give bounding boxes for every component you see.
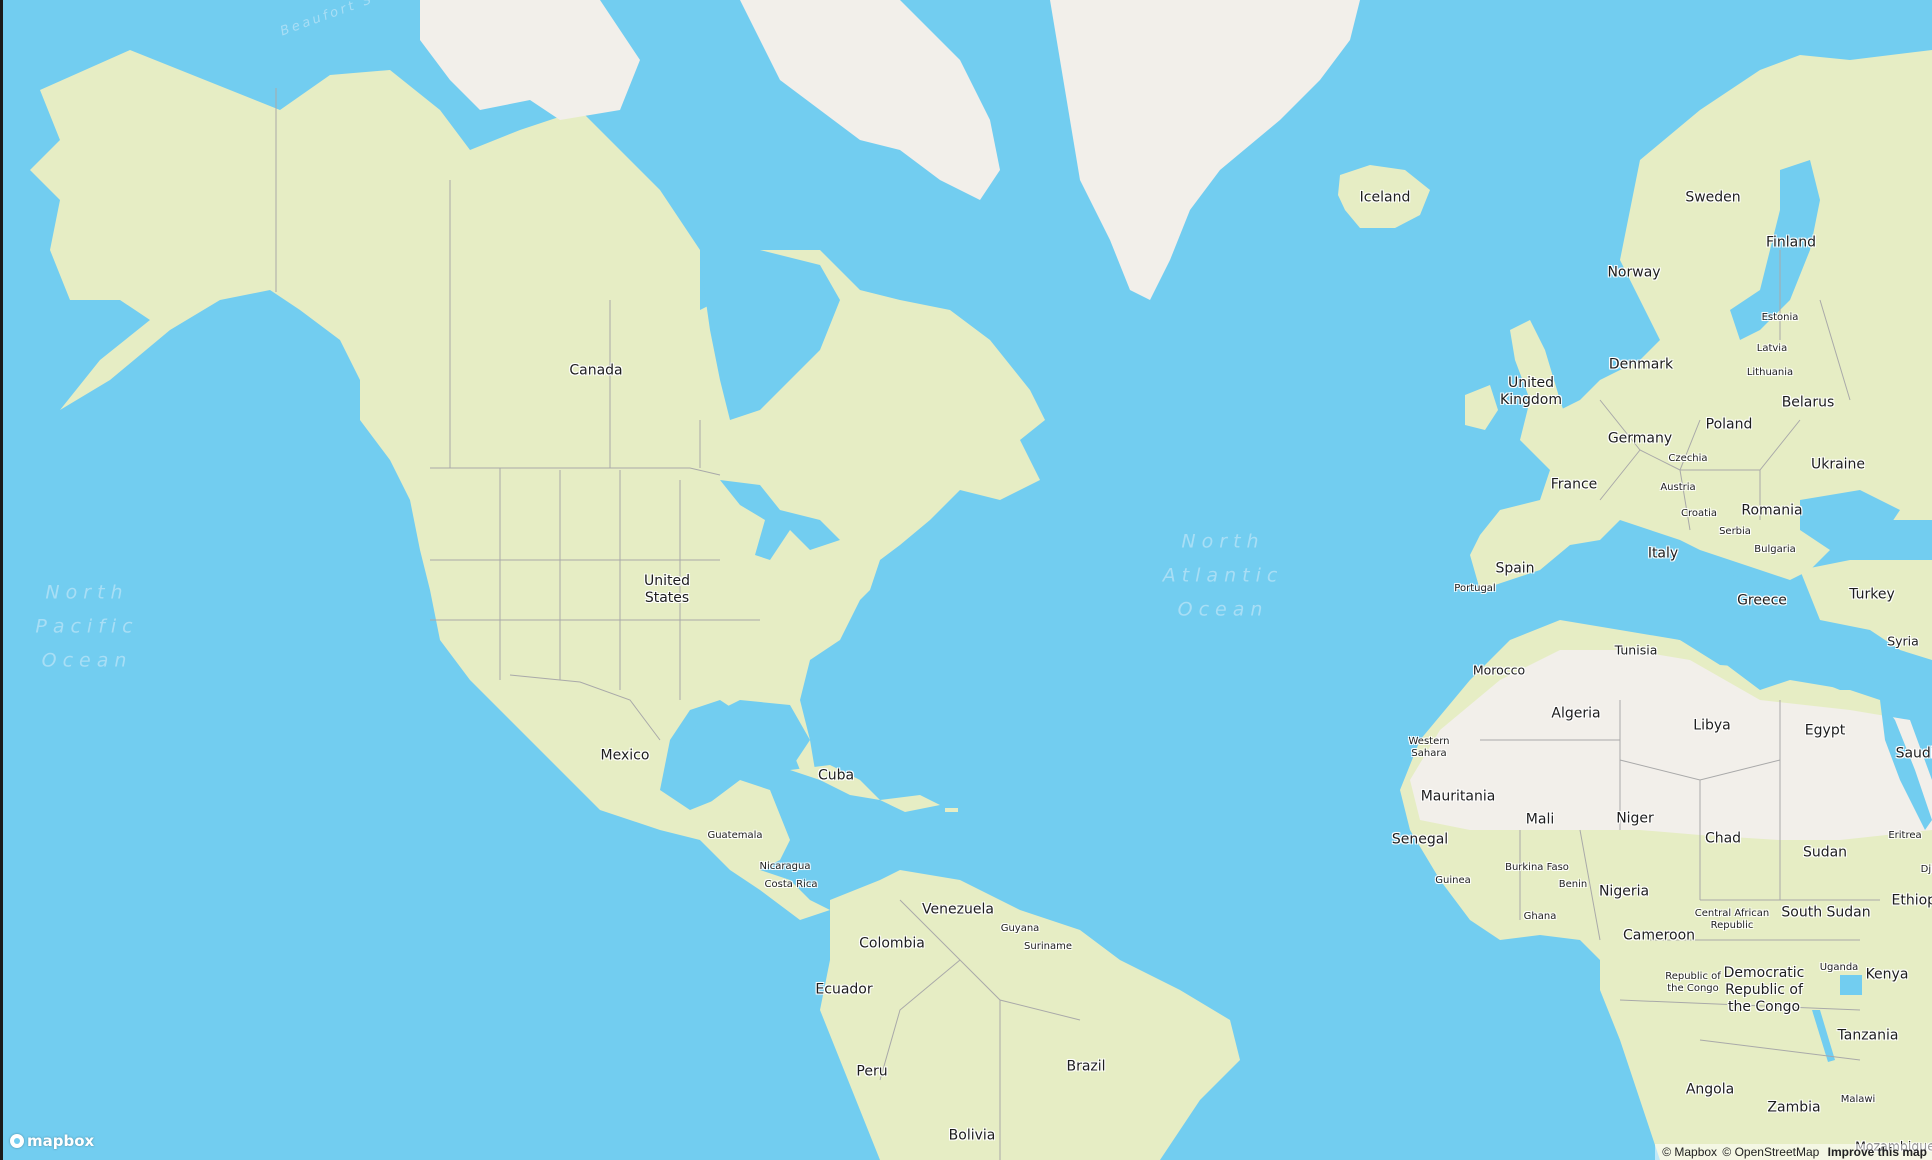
mapbox-logo-icon <box>10 1134 24 1148</box>
country-label-ukraine: Ukraine <box>1810 456 1866 473</box>
country-label-turkey: Turkey <box>1849 586 1895 603</box>
country-label-italy: Italy <box>1647 545 1679 562</box>
country-label-saudi-arabia: Saudi Arabia <box>1895 745 1932 762</box>
country-label-democratic-republic-of-the-congo: Democratic Republic of the Congo <box>1723 964 1805 1015</box>
country-label-peru: Peru <box>856 1063 888 1080</box>
attribution-osm-link[interactable]: © OpenStreetMap <box>1722 1145 1819 1159</box>
country-label-benin: Benin <box>1558 879 1588 890</box>
country-label-sudan: Sudan <box>1802 844 1848 861</box>
country-label-latvia: Latvia <box>1756 343 1788 354</box>
country-label-austria: Austria <box>1660 482 1696 493</box>
country-label-greece: Greece <box>1737 592 1787 609</box>
country-label-algeria: Algeria <box>1551 705 1601 722</box>
country-label-canada: Canada <box>569 362 623 379</box>
country-label-germany: Germany <box>1607 430 1673 447</box>
country-label-djibouti: Djibouti <box>1920 864 1932 875</box>
country-label-denmark: Denmark <box>1608 356 1674 373</box>
country-label-senegal: Senegal <box>1391 831 1449 848</box>
country-label-costa-rica: Costa Rica <box>764 879 818 890</box>
central-america-landmass <box>700 780 830 920</box>
south-america-landmass <box>820 870 1240 1160</box>
country-label-mexico: Mexico <box>600 747 650 764</box>
country-label-serbia: Serbia <box>1719 526 1751 537</box>
mapbox-logo-text: mapbox <box>27 1132 95 1150</box>
country-label-tanzania: Tanzania <box>1837 1027 1899 1044</box>
country-label-nigeria: Nigeria <box>1598 883 1650 900</box>
country-label-ecuador: Ecuador <box>815 981 873 998</box>
country-label-south-sudan: South Sudan <box>1781 904 1871 921</box>
country-label-eritrea: Eritrea <box>1888 830 1922 841</box>
country-label-central-african-republic: Central African Republic <box>1694 908 1770 931</box>
country-label-united-kingdom: United Kingdom <box>1500 375 1562 408</box>
map-canvas[interactable]: Canada United States Mexico Cuba Guatemala Ni… <box>0 0 1932 1160</box>
country-label-cuba: Cuba <box>817 767 855 784</box>
country-label-sweden: Sweden <box>1685 189 1741 206</box>
north-america-landmass <box>30 50 1045 850</box>
map-land-layer <box>30 0 1932 1160</box>
country-label-bulgaria: Bulgaria <box>1754 544 1796 555</box>
country-label-lithuania: Lithuania <box>1746 367 1794 378</box>
country-label-estonia: Estonia <box>1761 312 1799 323</box>
country-label-morocco: Morocco <box>1472 662 1526 678</box>
country-label-czechia: Czechia <box>1668 453 1708 464</box>
country-label-western-sahara: Western Sahara <box>1408 736 1450 759</box>
country-label-guinea: Guinea <box>1435 875 1471 886</box>
country-label-malawi: Malawi <box>1840 1094 1876 1105</box>
attribution-mapbox-link[interactable]: © Mapbox <box>1662 1145 1717 1159</box>
country-label-kenya: Kenya <box>1865 966 1909 983</box>
country-label-mauritania: Mauritania <box>1420 788 1496 805</box>
puerto-rico-island <box>945 808 958 812</box>
country-label-chad: Chad <box>1704 830 1742 847</box>
country-label-tunisia: Tunisia <box>1614 642 1658 658</box>
country-label-suriname: Suriname <box>1024 941 1072 952</box>
country-label-guyana: Guyana <box>1000 923 1040 934</box>
country-label-uganda: Uganda <box>1819 962 1859 973</box>
country-label-mali: Mali <box>1525 811 1555 828</box>
country-label-poland: Poland <box>1705 416 1753 433</box>
country-label-niger: Niger <box>1616 810 1654 827</box>
ocean-label-north-atlantic: North Atlantic Ocean <box>1162 530 1284 622</box>
country-label-egypt: Egypt <box>1804 722 1846 739</box>
greenland-island <box>1050 0 1360 300</box>
country-label-venezuela: Venezuela <box>922 901 994 918</box>
country-label-croatia: Croatia <box>1681 508 1717 519</box>
country-label-france: France <box>1550 476 1598 493</box>
country-label-bolivia: Bolivia <box>948 1127 996 1144</box>
country-label-romania: Romania <box>1741 502 1803 519</box>
country-label-libya: Libya <box>1693 717 1731 734</box>
lake-victoria <box>1840 975 1862 995</box>
baffin-island <box>740 0 1000 200</box>
improve-map-link[interactable]: Improve this map <box>1828 1145 1927 1159</box>
country-label-nicaragua: Nicaragua <box>759 861 811 872</box>
country-label-norway: Norway <box>1607 264 1661 281</box>
mapbox-logo[interactable]: mapbox <box>10 1132 94 1150</box>
country-label-guatemala: Guatemala <box>707 830 763 841</box>
country-label-belarus: Belarus <box>1781 394 1835 411</box>
country-label-burkina-faso: Burkina Faso <box>1505 862 1569 873</box>
country-label-spain: Spain <box>1495 560 1535 577</box>
hispaniola-island <box>880 795 940 812</box>
country-label-republic-of-the-congo: Republic of the Congo <box>1665 971 1721 994</box>
country-label-syria: Syria <box>1887 633 1919 649</box>
country-label-colombia: Colombia <box>859 935 925 952</box>
arctic-islands <box>420 0 640 120</box>
country-label-cameroon: Cameroon <box>1622 927 1696 944</box>
country-label-ghana: Ghana <box>1523 911 1557 922</box>
country-label-finland: Finland <box>1765 234 1817 251</box>
ocean-label-north-pacific: North Pacific Ocean <box>35 581 139 673</box>
country-label-united-states: United States <box>644 573 690 606</box>
country-label-zambia: Zambia <box>1767 1099 1821 1116</box>
attribution-bar: © Mapbox © OpenStreetMap Improve this ma… <box>1655 1144 1932 1160</box>
country-label-iceland: Iceland <box>1359 189 1411 206</box>
country-label-ethiopia: Ethiopia <box>1891 892 1932 909</box>
country-label-brazil: Brazil <box>1066 1058 1106 1075</box>
country-label-portugal: Portugal <box>1454 583 1496 594</box>
country-label-angola: Angola <box>1685 1081 1735 1098</box>
gulf-of-mexico <box>680 700 810 790</box>
